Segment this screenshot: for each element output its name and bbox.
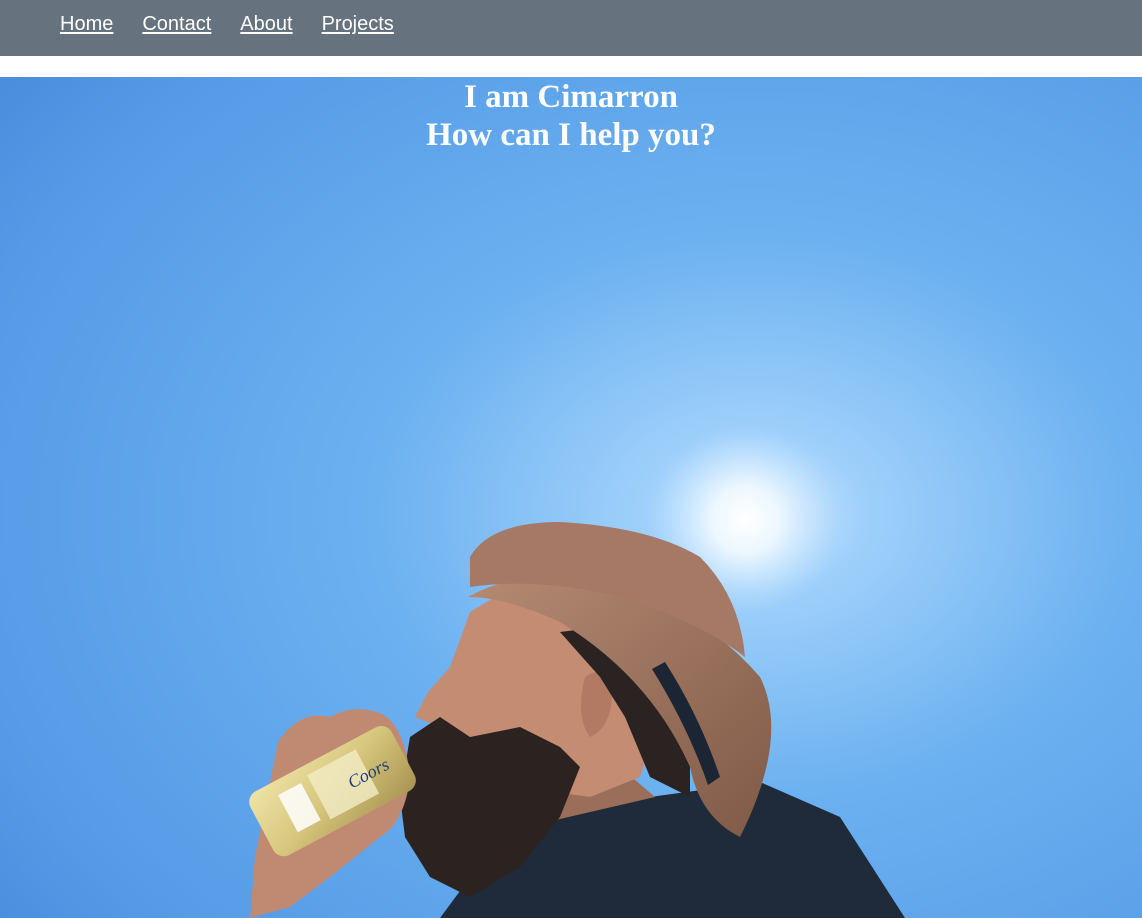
hero-heading-line1: I am Cimarron bbox=[464, 79, 678, 115]
hero-heading: I am Cimarron How can I help you? bbox=[0, 78, 1142, 154]
nav-link-about[interactable]: About bbox=[240, 12, 292, 36]
nav-links: Home Contact About Projects bbox=[60, 12, 394, 36]
nav-link-home[interactable]: Home bbox=[60, 12, 113, 36]
nav-link-projects[interactable]: Projects bbox=[322, 12, 394, 36]
hero-heading-line2: How can I help you? bbox=[426, 117, 716, 153]
hero-section: Coors I am Cimarron How can I help you? bbox=[0, 77, 1142, 918]
hero-photo: Coors bbox=[0, 77, 1142, 918]
top-navbar: Home Contact About Projects bbox=[0, 0, 1142, 56]
nav-link-contact[interactable]: Contact bbox=[142, 12, 211, 36]
